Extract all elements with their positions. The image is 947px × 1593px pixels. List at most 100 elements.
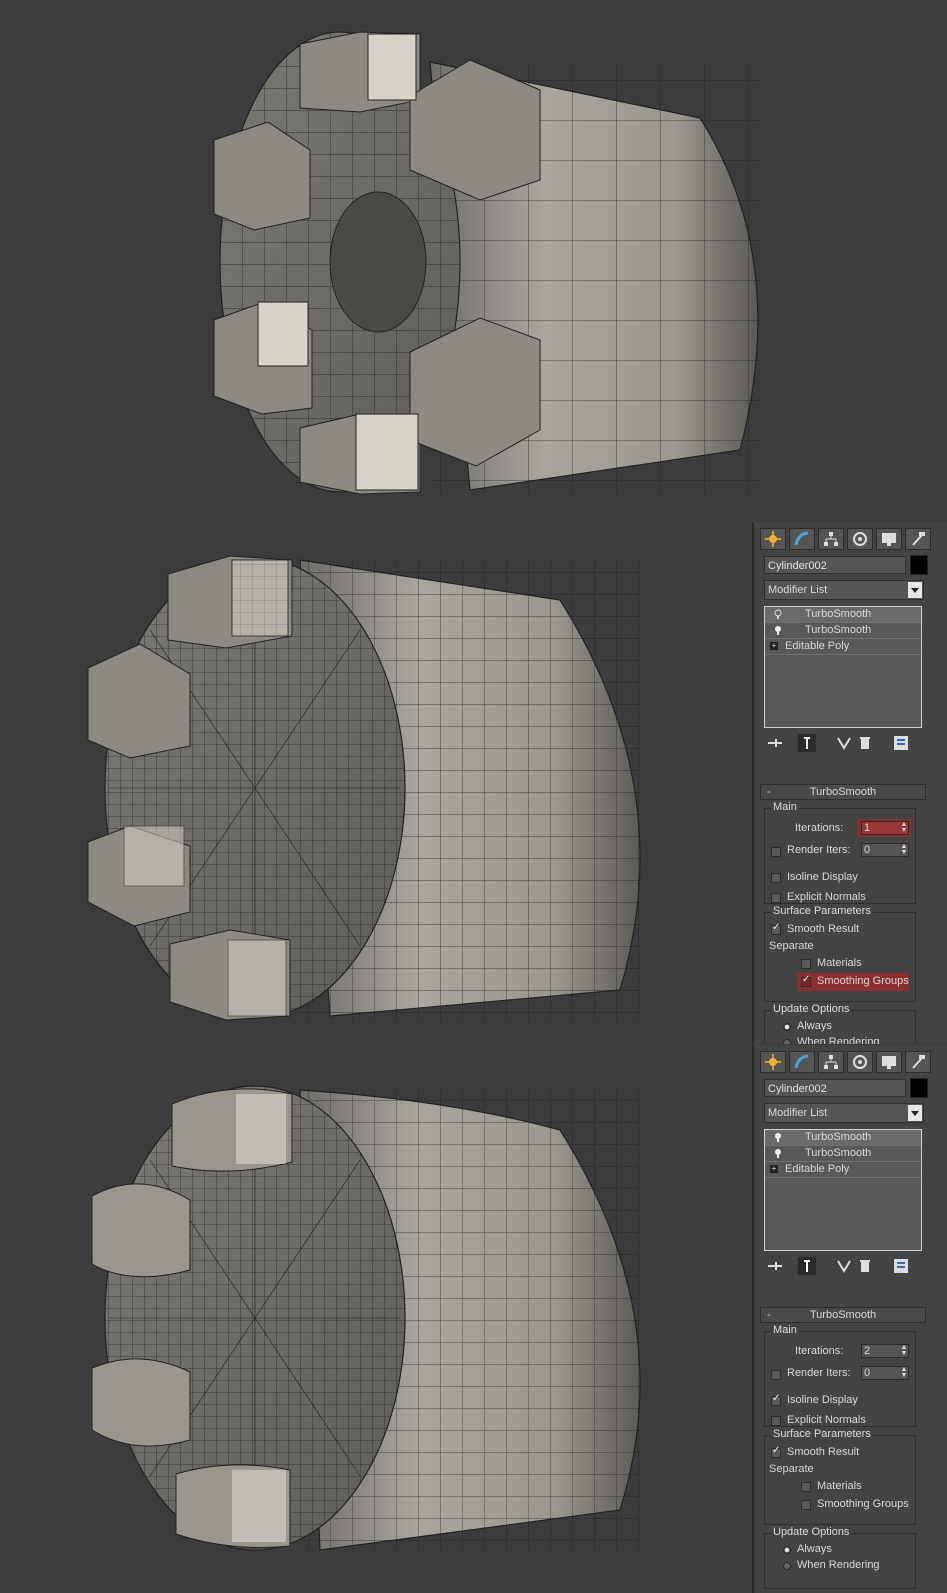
motion-tab[interactable] xyxy=(847,528,873,550)
configure-sets-icon[interactable] xyxy=(892,1257,910,1275)
spinner-arrows-icon[interactable]: ▲ ▼ xyxy=(900,1366,908,1379)
isoline-display-checkbox[interactable] xyxy=(771,1393,781,1406)
isoline-display-checkbox[interactable] xyxy=(771,873,781,883)
command-panel-2: Cylinder002 Modifier List TurboSmooth Tu… xyxy=(752,1045,947,1593)
utilities-tab[interactable] xyxy=(905,528,931,550)
show-end-result-icon[interactable] xyxy=(798,734,816,752)
chevron-down-icon xyxy=(908,1105,922,1121)
mesh-turbosmooth-2[interactable] xyxy=(91,1085,641,1551)
remove-modifier-icon[interactable] xyxy=(856,1257,874,1275)
make-unique-icon[interactable] xyxy=(836,1257,854,1275)
update-options-title: Update Options xyxy=(771,1003,852,1015)
lightbulb-icon[interactable] xyxy=(774,625,782,635)
when-rendering-radio[interactable] xyxy=(783,1562,791,1570)
expand-icon[interactable]: + xyxy=(770,642,778,650)
explicit-normals-checkbox[interactable] xyxy=(771,1416,781,1426)
separate-label: Separate xyxy=(769,940,814,952)
iterations-spinner[interactable]: 2 ▲ ▼ xyxy=(861,1344,909,1358)
smoothing-groups-checkbox[interactable] xyxy=(801,974,811,987)
configure-sets-icon[interactable] xyxy=(892,734,910,752)
create-tab[interactable] xyxy=(760,528,786,550)
rollout-header[interactable]: - TurboSmooth xyxy=(760,1307,926,1323)
stack-item-label: Editable Poly xyxy=(785,1163,850,1175)
update-options-title: Update Options xyxy=(771,1526,852,1538)
remove-modifier-icon[interactable] xyxy=(856,734,874,752)
stack-item-turbosmooth-1[interactable]: TurboSmooth xyxy=(765,1130,921,1146)
display-tab[interactable] xyxy=(876,528,902,550)
rollout-header[interactable]: - TurboSmooth xyxy=(760,784,926,800)
make-unique-icon[interactable] xyxy=(836,734,854,752)
stack-item-editable-poly[interactable]: + Editable Poly xyxy=(765,639,921,655)
render-iters-spinner[interactable]: 0 ▲ ▼ xyxy=(861,1366,909,1380)
hierarchy-tab[interactable] xyxy=(818,528,844,550)
stack-item-label: Editable Poly xyxy=(785,640,850,652)
iterations-spinner[interactable]: 1 ▲ ▼ xyxy=(861,821,909,835)
when-rendering-radio[interactable] xyxy=(783,1039,791,1044)
render-iters-label: Render Iters: xyxy=(787,844,851,856)
modify-tab[interactable] xyxy=(789,528,815,550)
lightbulb-icon[interactable] xyxy=(774,1148,782,1158)
display-tab[interactable] xyxy=(876,1051,902,1073)
lightbulb-icon[interactable] xyxy=(774,609,782,619)
explicit-normals-checkbox[interactable] xyxy=(771,893,781,903)
panel-tabs xyxy=(760,528,946,552)
separate-label: Separate xyxy=(769,1463,814,1475)
stack-item-editable-poly[interactable]: + Editable Poly xyxy=(765,1162,921,1178)
stack-item-label: TurboSmooth xyxy=(805,1147,872,1159)
stack-toolbar xyxy=(764,1257,934,1277)
utilities-tab[interactable] xyxy=(905,1051,931,1073)
expand-icon[interactable]: + xyxy=(770,1165,778,1173)
iterations-label: Iterations: xyxy=(795,1345,844,1357)
always-radio[interactable] xyxy=(783,1023,791,1031)
chevron-down-icon xyxy=(908,582,922,598)
pin-stack-icon[interactable] xyxy=(766,734,784,752)
stack-item-label: TurboSmooth xyxy=(805,608,872,620)
stack-item-label: TurboSmooth xyxy=(805,1131,872,1143)
mesh-turbosmooth-1[interactable] xyxy=(87,555,641,1021)
spinner-arrows-icon[interactable]: ▲ ▼ xyxy=(900,843,908,856)
motion-icon xyxy=(853,1055,867,1069)
motion-tab[interactable] xyxy=(847,1051,873,1073)
stack-item-turbosmooth-2[interactable]: TurboSmooth xyxy=(765,1146,921,1162)
materials-checkbox[interactable] xyxy=(801,1482,811,1492)
modifier-list-dropdown[interactable]: Modifier List xyxy=(764,580,924,600)
render-iters-spinner[interactable]: 0 ▲ ▼ xyxy=(861,843,909,857)
object-color-swatch[interactable] xyxy=(910,555,928,575)
create-icon xyxy=(765,1054,781,1070)
stack-item-turbosmooth-1[interactable]: TurboSmooth xyxy=(765,607,921,623)
command-panel-1: Cylinder002 Modifier List TurboSmooth Tu… xyxy=(752,522,947,1044)
isoline-display-label: Isoline Display xyxy=(787,1394,858,1406)
materials-label: Materials xyxy=(817,957,862,969)
hierarchy-tab[interactable] xyxy=(818,1051,844,1073)
render-iters-value: 0 xyxy=(864,1367,871,1379)
collapse-icon: - xyxy=(767,1309,771,1321)
spinner-arrows-icon[interactable]: ▲ ▼ xyxy=(900,821,908,834)
render-iters-checkbox[interactable] xyxy=(771,1370,781,1380)
materials-checkbox[interactable] xyxy=(801,959,811,969)
create-tab[interactable] xyxy=(760,1051,786,1073)
pin-stack-icon[interactable] xyxy=(766,1257,784,1275)
smooth-result-checkbox[interactable] xyxy=(771,922,781,935)
show-end-result-icon[interactable] xyxy=(798,1257,816,1275)
surface-parameters-title: Surface Parameters xyxy=(771,905,873,917)
object-name-field[interactable]: Cylinder002 xyxy=(764,1079,906,1097)
utilities-icon xyxy=(912,532,925,546)
object-name-field[interactable]: Cylinder002 xyxy=(764,556,906,574)
always-radio[interactable] xyxy=(783,1546,791,1554)
mesh-low-poly[interactable] xyxy=(213,31,760,495)
render-iters-checkbox[interactable] xyxy=(771,847,781,857)
modifier-stack: TurboSmooth TurboSmooth + Editable Poly xyxy=(764,606,922,728)
modify-tab[interactable] xyxy=(789,1051,815,1073)
stack-item-turbosmooth-2[interactable]: TurboSmooth xyxy=(765,623,921,639)
surface-parameters-group: Surface Parameters Smooth Result Separat… xyxy=(764,905,916,1002)
when-rendering-label: When Rendering xyxy=(797,1559,880,1571)
modify-icon xyxy=(794,1054,809,1069)
main-group-title: Main xyxy=(771,1324,799,1336)
explicit-normals-label: Explicit Normals xyxy=(787,891,866,903)
spinner-arrows-icon[interactable]: ▲ ▼ xyxy=(900,1344,908,1357)
modifier-list-dropdown[interactable]: Modifier List xyxy=(764,1103,924,1123)
lightbulb-icon[interactable] xyxy=(774,1132,782,1142)
smoothing-groups-checkbox[interactable] xyxy=(801,1500,811,1510)
smooth-result-checkbox[interactable] xyxy=(771,1445,781,1458)
object-color-swatch[interactable] xyxy=(910,1078,928,1098)
